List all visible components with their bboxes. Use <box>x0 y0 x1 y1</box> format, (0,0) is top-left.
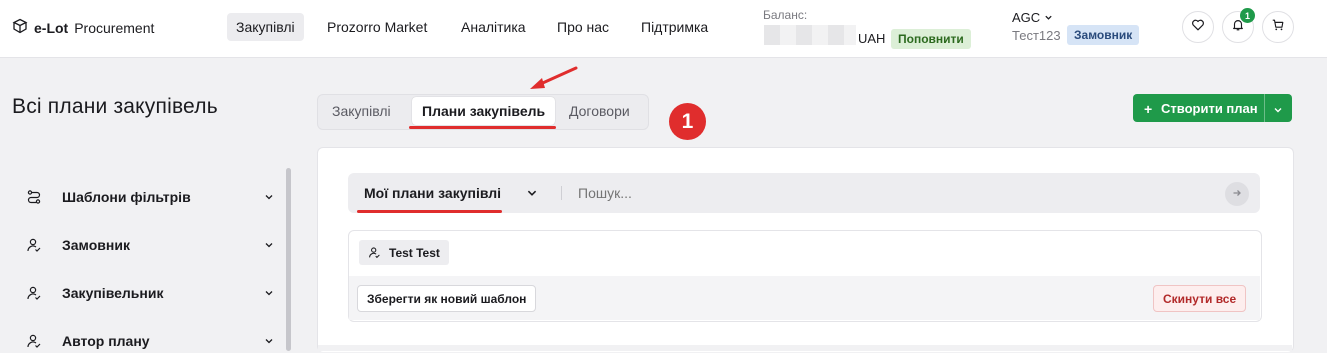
annotation-underline <box>357 210 502 213</box>
plus-icon: + <box>1144 101 1153 117</box>
annotation-underline <box>409 126 556 129</box>
sidebar-item-label: Автор плану <box>62 333 150 349</box>
sidebar-item-buyer[interactable]: Закупівельник <box>26 281 274 305</box>
balance-currency: UAH <box>858 31 886 46</box>
chevron-down-icon <box>264 189 274 205</box>
chevron-down-icon <box>264 285 274 301</box>
step-marker: 1 <box>669 103 706 140</box>
logo-subtext: Procurement <box>74 19 155 36</box>
chevron-down-icon <box>1044 10 1053 25</box>
reset-filters-button[interactable]: Скинути все <box>1153 285 1247 312</box>
arrow-right-icon <box>1232 185 1242 203</box>
balance-label: Баланс: <box>763 8 808 22</box>
tab-procurements[interactable]: Закупівлі <box>322 97 401 125</box>
sidebar-item-plan-author[interactable]: Автор плану <box>26 329 274 353</box>
route-icon <box>26 189 42 205</box>
org-name: AGC <box>1012 10 1041 25</box>
sidebar-item-label: Шаблони фільтрів <box>62 189 191 205</box>
save-template-button[interactable]: Зберегти як новий шаблон <box>357 285 537 312</box>
nav-procurements[interactable]: Закупівлі <box>227 13 304 41</box>
tab-contracts[interactable]: Договори <box>559 97 640 125</box>
button-divider <box>1264 94 1265 122</box>
annotation-arrow <box>530 66 578 89</box>
role-badge: Замовник <box>1067 25 1140 45</box>
nav-about[interactable]: Про нас <box>548 13 618 41</box>
balance-value-redacted <box>764 25 856 45</box>
favorites-button[interactable] <box>1182 11 1214 43</box>
logo-text: e-Lot <box>34 19 69 36</box>
user-icon <box>26 333 42 349</box>
sidebar-item-filter-templates[interactable]: Шаблони фільтрів <box>26 185 274 209</box>
nav-support[interactable]: Підтримка <box>632 13 717 41</box>
chevron-down-icon <box>264 333 274 349</box>
logo-icon <box>12 18 28 37</box>
sidebar-item-customer[interactable]: Замовник <box>26 233 274 257</box>
create-plan-button[interactable]: + Створити план <box>1133 94 1292 122</box>
sidebar-item-label: Замовник <box>62 237 130 253</box>
filter-chip[interactable]: Test Test <box>359 240 449 265</box>
nav-analytics[interactable]: Аналітика <box>452 13 535 41</box>
heart-icon <box>1191 18 1205 37</box>
search-divider <box>561 186 562 200</box>
sidebar-scrollbar[interactable] <box>286 168 291 351</box>
cart-button[interactable] <box>1262 11 1294 43</box>
chevron-down-icon[interactable] <box>1273 103 1283 118</box>
nav-prozorro-market[interactable]: Prozorro Market <box>318 13 436 41</box>
logo[interactable]: e-Lot Procurement <box>12 18 154 37</box>
chevron-down-icon[interactable] <box>526 186 538 204</box>
user-icon <box>368 246 381 259</box>
search-input[interactable] <box>578 184 1178 202</box>
page-title: Всі плани закупівель <box>12 95 218 118</box>
sidebar-item-label: Закупівельник <box>62 285 164 301</box>
notifications-count-badge: 1 <box>1240 8 1255 23</box>
org-switcher[interactable]: AGC <box>1012 10 1053 25</box>
chevron-down-icon <box>264 237 274 253</box>
tab-procurement-plans[interactable]: Плани закупівель <box>412 97 556 125</box>
cart-icon <box>1271 18 1285 37</box>
topup-button[interactable]: Поповнити <box>891 29 971 49</box>
card-divider <box>318 345 1292 351</box>
user-icon <box>26 237 42 253</box>
search-submit-button[interactable] <box>1225 182 1249 206</box>
user-icon <box>26 285 42 301</box>
create-plan-label: Створити план <box>1161 101 1258 116</box>
user-name: Тест123 <box>1012 28 1061 43</box>
filter-chip-label: Test Test <box>389 245 440 260</box>
my-plans-filter[interactable]: Мої плани закупівлі <box>364 185 501 201</box>
